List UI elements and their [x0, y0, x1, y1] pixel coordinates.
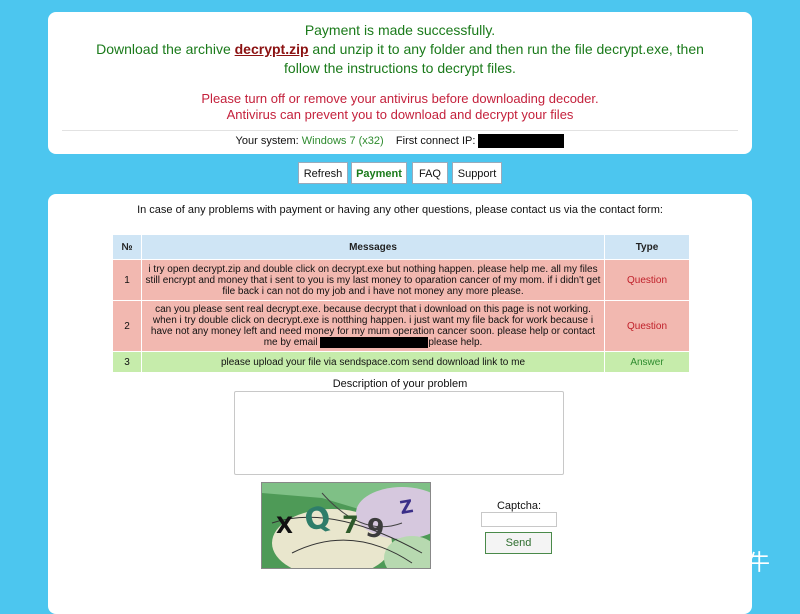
- system-label: Your system:: [235, 134, 302, 147]
- row-message: can you please sent real decrypt.exe. be…: [142, 301, 604, 351]
- captcha-glyph: 7: [342, 511, 359, 539]
- captcha-image: X Q 7 9 Z: [261, 482, 431, 569]
- message-line: still encrypt and money that i sent to y…: [145, 274, 601, 286]
- antivirus-warning-1: Please turn off or remove your antivirus…: [201, 91, 599, 106]
- redacted-email: [320, 336, 429, 348]
- message-line: please help.: [428, 337, 483, 349]
- captcha-glyph: X: [276, 514, 293, 539]
- antivirus-warning-2: Antivirus can prevent you to download an…: [226, 107, 574, 122]
- col-header-messages: Messages: [142, 235, 604, 259]
- message-line: me by email: [263, 337, 321, 349]
- watermark-text: 安全牛: [700, 551, 773, 576]
- tab-payment[interactable]: Payment: [351, 162, 407, 184]
- payment-success-message: Payment is made successfully.: [304, 22, 496, 38]
- system-info: Your system: Windows 7 (x32) First conne…: [48, 134, 752, 148]
- contact-instructions: In case of any problems with payment or …: [137, 204, 663, 216]
- table-row: 3 please upload your file via sendspace.…: [113, 352, 689, 372]
- row-type: Question: [605, 301, 689, 351]
- description-textarea[interactable]: [234, 391, 564, 475]
- row-message: i try open decrypt.zip and double click …: [142, 260, 604, 300]
- row-number: 3: [113, 352, 141, 372]
- tab-support[interactable]: Support: [452, 162, 502, 184]
- row-type: Answer: [605, 352, 689, 372]
- captcha-input[interactable]: [481, 512, 557, 527]
- description-label: Description of your problem: [332, 378, 468, 390]
- ip-label: First connect IP:: [395, 134, 476, 147]
- tab-faq[interactable]: FAQ: [412, 162, 448, 184]
- redacted-ip: [478, 134, 565, 148]
- col-header-number: №: [113, 235, 141, 259]
- table-row: 2 can you please sent real decrypt.exe. …: [113, 301, 689, 351]
- decrypt-zip-link[interactable]: decrypt.zip: [235, 41, 309, 57]
- divider: [62, 130, 738, 131]
- message-line: file back i can not do my job and i have…: [222, 285, 524, 297]
- message-line: can you please sent real decrypt.exe. be…: [155, 303, 591, 315]
- payment-status-panel: Payment is made successfully. Download t…: [48, 12, 752, 154]
- col-header-type: Type: [605, 235, 689, 259]
- support-panel: In case of any problems with payment or …: [48, 194, 752, 614]
- captcha-label: Captcha:: [496, 500, 542, 512]
- send-button[interactable]: Send: [485, 532, 552, 554]
- messages-table: № Messages Type 1 i try open decrypt.zip…: [112, 234, 690, 373]
- row-type: Question: [605, 260, 689, 300]
- system-value: Windows 7 (x32): [301, 134, 384, 147]
- table-row: 1 i try open decrypt.zip and double clic…: [113, 260, 689, 300]
- message-line: i try open decrypt.zip and double click …: [148, 263, 598, 275]
- message-line: have not any money left and need money f…: [150, 325, 596, 337]
- table-header: № Messages Type: [113, 235, 689, 259]
- row-number: 1: [113, 260, 141, 300]
- download-instructions: Download the archive decrypt.zip and unz…: [48, 40, 752, 78]
- download-text-line2: follow the instructions to decrypt files…: [284, 60, 516, 76]
- download-text-pre: Download the archive: [96, 41, 235, 57]
- row-message: please upload your file via sendspace.co…: [142, 352, 604, 372]
- message-line: when i try double click on decrypt.exe i…: [152, 314, 594, 326]
- tab-refresh[interactable]: Refresh: [298, 162, 348, 184]
- row-number: 2: [113, 301, 141, 351]
- download-text-post: and unzip it to any folder and then run …: [308, 41, 704, 57]
